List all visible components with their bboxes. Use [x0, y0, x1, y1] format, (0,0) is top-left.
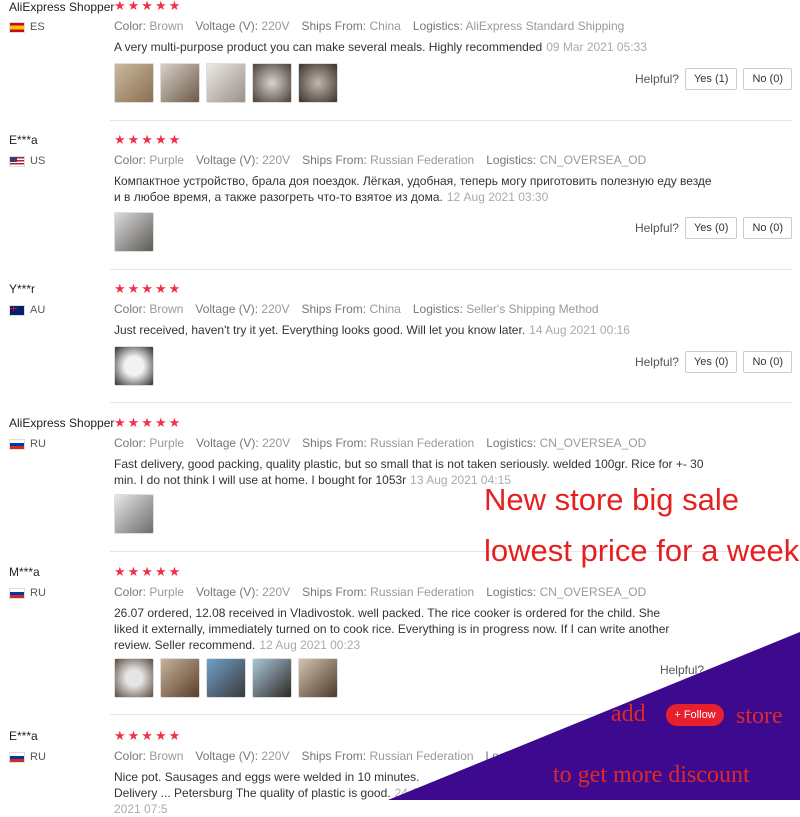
helpful-yes-button[interactable]: Yes (0)	[684, 351, 738, 373]
review-photo[interactable]	[114, 658, 154, 698]
country-code: ES	[30, 21, 45, 33]
promo-add-label: add	[611, 701, 646, 727]
helpful-row: Helpful? Yes (0) No (0)	[635, 351, 792, 373]
review-meta: Color: Purple Voltage (V): 220V Ships From…	[114, 585, 647, 599]
helpful-label: Helpful?	[634, 221, 679, 235]
reviewer-name: AliExpress Shopper	[9, 0, 115, 14]
divider	[110, 402, 792, 403]
country: AU	[9, 304, 45, 316]
review-photo[interactable]	[298, 63, 338, 103]
flag-ru-icon	[9, 438, 25, 450]
rating-stars: ★★★★★	[114, 132, 183, 147]
country-code: RU	[30, 438, 46, 450]
country-code: RU	[30, 587, 46, 599]
country: RU	[9, 438, 46, 450]
review-photo[interactable]	[114, 212, 154, 252]
helpful-row: Helpful?	[660, 663, 704, 677]
rating-stars: ★★★★★	[114, 728, 183, 743]
country-code: US	[30, 155, 46, 167]
helpful-yes-button[interactable]: Yes (0)	[684, 217, 738, 239]
helpful-no-button[interactable]: No (0)	[743, 217, 792, 239]
helpful-label: Helpful?	[634, 72, 679, 86]
promo-subheadline: lowest price for a week	[484, 533, 800, 568]
review-meta: Color: Purple Voltage (V): 220V Ships From…	[114, 153, 647, 167]
promo-store-label: store	[736, 703, 783, 729]
country: RU	[9, 587, 46, 599]
review-photos	[114, 212, 154, 252]
review-meta: Color: Brown Voltage (V): 220V Ships From:…	[114, 19, 625, 33]
flag-ru-icon	[9, 587, 25, 599]
rating-stars: ★★★★★	[114, 281, 183, 296]
flag-au-icon	[9, 304, 25, 316]
review-photos	[114, 494, 154, 534]
review-meta: Color: Brown Voltage (V): 220V Ships From:…	[114, 749, 536, 763]
reviewer-name: Y***r	[9, 282, 36, 296]
promo-headline: New store big sale	[484, 482, 740, 517]
review-text: Just received, haven't try it yet. Every…	[114, 323, 630, 337]
promo-discount-label: to get more discount	[553, 762, 750, 788]
review-meta: Color: Purple Voltage (V): 220V Ships From…	[114, 436, 647, 450]
review-text: A very multi-purpose product you can mak…	[114, 40, 647, 54]
review-photos	[114, 346, 154, 386]
country: ES	[9, 21, 45, 33]
flag-es-icon	[9, 21, 25, 33]
helpful-no-button[interactable]: No (0)	[743, 68, 792, 90]
review-photo[interactable]	[114, 63, 154, 103]
review-photo[interactable]	[206, 63, 246, 103]
helpful-yes-button[interactable]: Yes (1)	[684, 68, 738, 90]
review-photo[interactable]	[298, 658, 338, 698]
helpful-label: Helpful?	[659, 663, 704, 677]
review-photo[interactable]	[206, 658, 246, 698]
helpful-label: Helpful?	[634, 355, 679, 369]
reviewer-name: AliExpress Shopper	[9, 416, 115, 430]
country-code: AU	[30, 304, 46, 316]
review-photo[interactable]	[114, 494, 154, 534]
helpful-row: Helpful? Yes (1) No (0)	[635, 68, 792, 90]
country: RU	[9, 751, 46, 763]
divider	[110, 269, 792, 270]
review-photo[interactable]	[160, 658, 200, 698]
flag-us-icon	[9, 155, 25, 167]
reviewer-name: E***a	[9, 729, 38, 743]
review-text: Nice pot. Sausages and eggs were welded …	[114, 770, 427, 816]
helpful-no-button[interactable]: No (0)	[743, 351, 792, 373]
divider	[110, 120, 792, 121]
review-photo[interactable]	[252, 63, 292, 103]
review-photo[interactable]	[160, 63, 200, 103]
review-photos	[114, 658, 338, 698]
rating-stars: ★★★★★	[114, 0, 183, 13]
follow-store-button[interactable]: + Follow	[666, 704, 724, 726]
rating-stars: ★★★★★	[114, 564, 183, 579]
review-text: Компактное устройство, брала доя поездок…	[114, 174, 712, 204]
review-text: 26.07 ordered, 12.08 received in Vladivo…	[114, 606, 670, 652]
helpful-row: Helpful? Yes (0) No (0)	[635, 217, 792, 239]
reviewer-name: E***a	[9, 133, 38, 147]
country-code: RU	[30, 751, 46, 763]
review-photo[interactable]	[252, 658, 292, 698]
review-photo[interactable]	[114, 346, 154, 386]
rating-stars: ★★★★★	[114, 415, 183, 430]
flag-ru-icon	[9, 751, 25, 763]
review-photos	[114, 63, 338, 103]
country: US	[9, 155, 45, 167]
review-meta: Color: Brown Voltage (V): 220V Ships From:…	[114, 302, 599, 316]
reviewer-name: M***a	[9, 565, 40, 579]
